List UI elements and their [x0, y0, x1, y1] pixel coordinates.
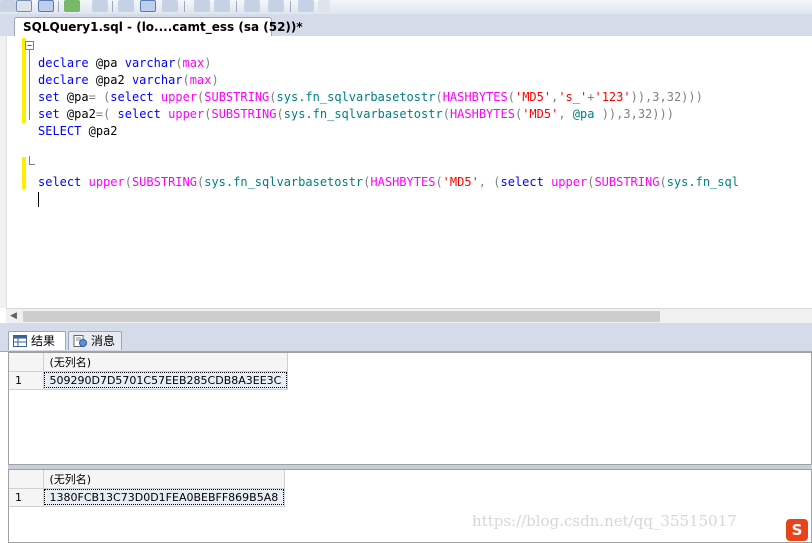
tab-messages-label: 消息 — [91, 334, 116, 348]
editor-horizontal-scrollbar[interactable]: ◀ — [6, 308, 812, 324]
scrollbar-thumb[interactable] — [23, 311, 660, 322]
tab-results-label: 结果 — [31, 334, 56, 348]
csdn-logo-icon: S — [786, 519, 808, 541]
editor-gutter — [0, 36, 7, 308]
outline-line — [29, 50, 30, 120]
toolbar-button-11[interactable] — [244, 0, 260, 12]
grid-corner[interactable] — [9, 470, 44, 489]
document-tab-strip: SQLQuery1.sql - (lo....camt_ess (sa (52)… — [0, 14, 812, 37]
watermark: https://blog.csdn.net/qq_35515017 — [472, 512, 737, 530]
grid-corner[interactable] — [9, 353, 44, 372]
toolbar-button-1[interactable] — [0, 0, 16, 12]
toolbar-button-5[interactable] — [92, 0, 108, 12]
result-cell[interactable]: 509290D7D5701C57EEB285CDB8A3EE3C — [43, 371, 289, 390]
toolbar-button-7[interactable] — [140, 0, 156, 12]
row-number[interactable]: 1 — [9, 371, 44, 390]
scroll-left-icon[interactable]: ◀ — [6, 309, 21, 324]
result-table: (无列名) 1 1380FCB13C73D0D1FEA0BEBFF869B5A8 — [9, 470, 286, 507]
toolbar-dropdown[interactable] — [318, 0, 330, 12]
column-header[interactable]: (无列名) — [43, 353, 289, 372]
code-line-8: select upper(SUBSTRING(sys.fn_sqlvarbase… — [38, 175, 739, 189]
change-marker — [22, 157, 26, 189]
toolbar-button-12[interactable] — [268, 0, 284, 12]
table-row[interactable]: 1 1380FCB13C73D0D1FEA0BEBFF869B5A8 — [9, 488, 286, 507]
code-line-1: declare @pa varchar(max) — [38, 56, 212, 70]
text-cursor — [38, 192, 39, 207]
tab-messages[interactable]: 消息 — [68, 331, 122, 350]
tab-sqlquery1[interactable]: SQLQuery1.sql - (lo....camt_ess (sa (52)… — [14, 17, 303, 36]
collapse-icon[interactable]: − — [25, 41, 34, 50]
table-row[interactable]: 1 509290D7D5701C57EEB285CDB8A3EE3C — [9, 371, 289, 390]
sql-editor[interactable]: − declare @pa varchar(max) declare @pa2 v… — [0, 36, 812, 308]
toolbar-button-3[interactable] — [38, 0, 54, 12]
change-marker — [22, 38, 26, 123]
outline-line — [29, 156, 30, 164]
toolbar — [0, 0, 812, 15]
toolbar-button-10[interactable] — [214, 0, 230, 12]
results-tab-strip: 结果 消息 — [0, 329, 812, 352]
grid-icon — [13, 335, 27, 347]
code-line-3: set @pa= (select upper(SUBSTRING(sys.fn_… — [38, 90, 703, 104]
code-line-5: SELECT @pa2 — [38, 124, 118, 138]
result-grid-2[interactable]: (无列名) 1 1380FCB13C73D0D1FEA0BEBFF869B5A8 — [8, 469, 812, 543]
column-header[interactable]: (无列名) — [43, 470, 286, 489]
toolbar-button-2[interactable] — [16, 0, 32, 12]
code-line-4: set @pa2=( select upper(SUBSTRING(sys.fn… — [38, 107, 674, 121]
code-line-2: declare @pa2 varchar(max) — [38, 73, 219, 87]
outline-line — [29, 164, 35, 165]
code-text[interactable]: declare @pa varchar(max) declare @pa2 var… — [38, 38, 739, 208]
toolbar-button-13[interactable] — [298, 0, 314, 12]
message-icon — [73, 335, 87, 347]
toolbar-button-8[interactable] — [162, 0, 178, 12]
code-line-9 — [38, 191, 739, 208]
result-table: (无列名) 1 509290D7D5701C57EEB285CDB8A3EE3C — [9, 353, 289, 390]
result-grid-1[interactable]: (无列名) 1 509290D7D5701C57EEB285CDB8A3EE3C — [8, 352, 812, 465]
row-number[interactable]: 1 — [9, 488, 44, 507]
toolbar-button-6[interactable] — [118, 0, 134, 12]
tab-results[interactable]: 结果 — [8, 331, 66, 350]
result-cell[interactable]: 1380FCB13C73D0D1FEA0BEBFF869B5A8 — [43, 488, 286, 507]
toolbar-button-4[interactable] — [64, 0, 80, 12]
toolbar-button-9[interactable] — [194, 0, 210, 12]
